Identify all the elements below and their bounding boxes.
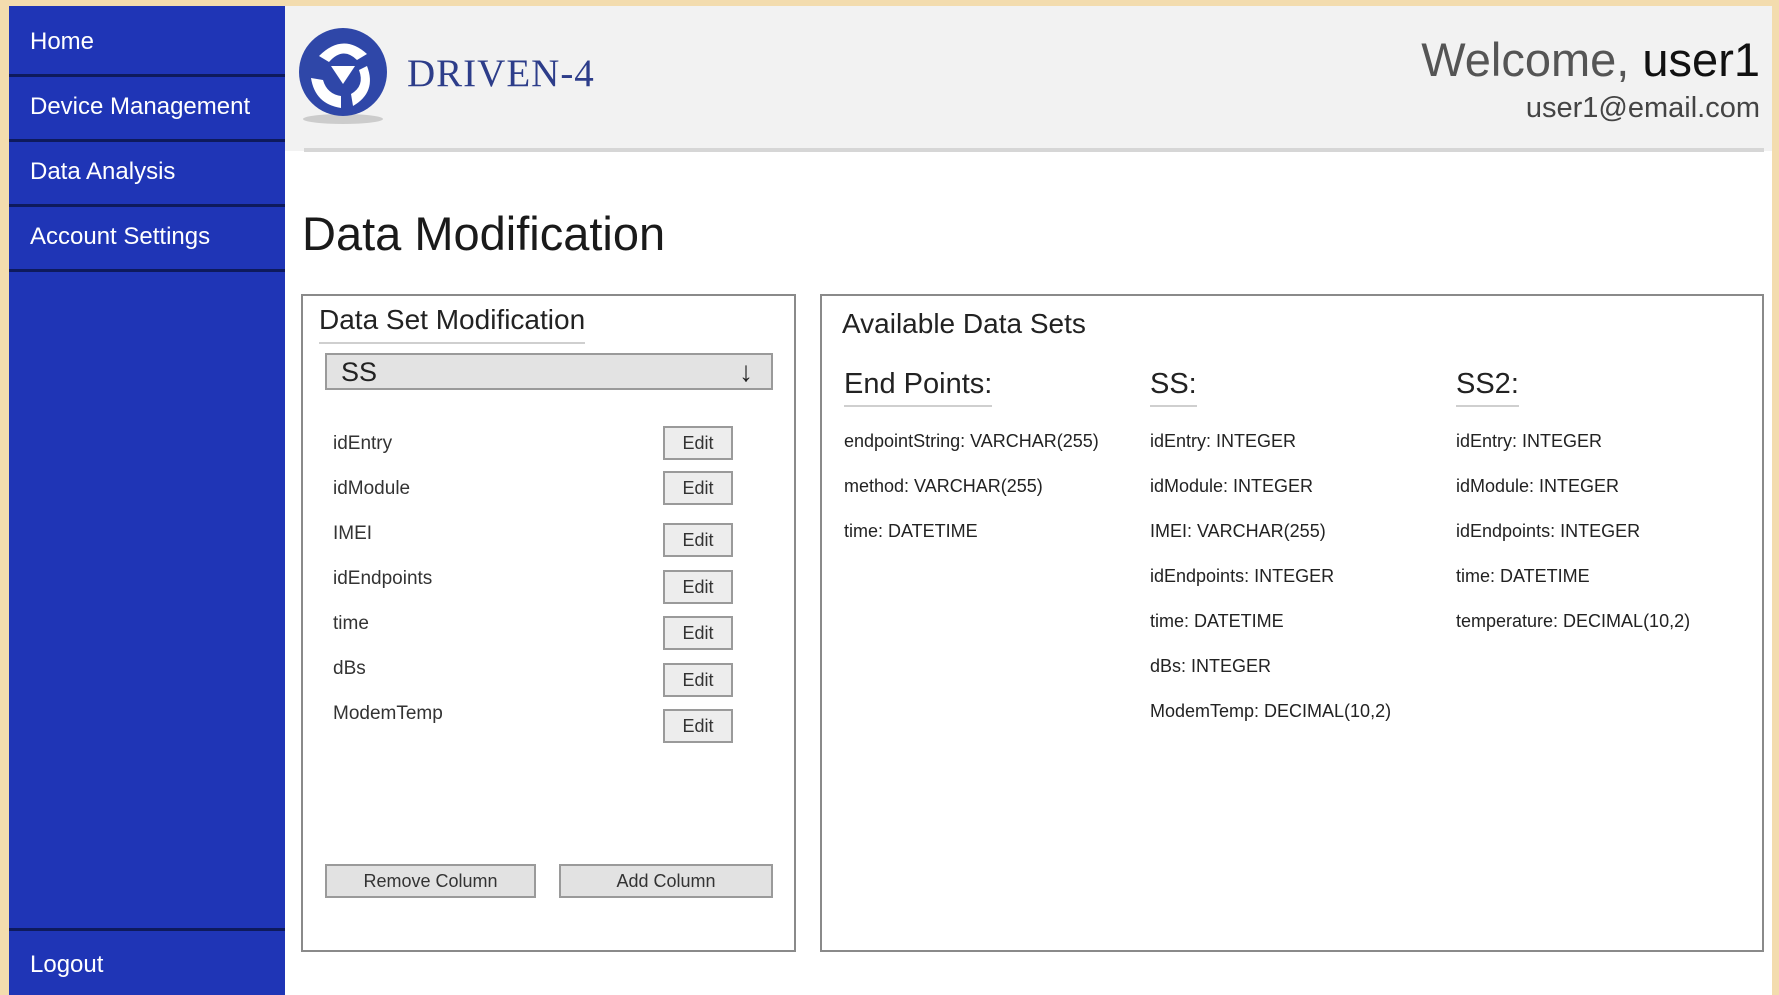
dataset-field: idEndpoints: INTEGER: [1456, 521, 1641, 541]
field-name: ModemTemp: [333, 703, 443, 724]
sidebar-item-data-analysis[interactable]: Data Analysis: [9, 136, 285, 207]
dataset-column-end-points: End Points: endpointString: VARCHAR(255)…: [844, 368, 1099, 541]
edit-button[interactable]: Edit: [663, 570, 733, 604]
field-name: idEndpoints: [333, 568, 433, 589]
sidebar-item-device-management[interactable]: Device Management: [9, 71, 285, 142]
edit-button[interactable]: Edit: [663, 426, 733, 460]
field-name: idEntry: [333, 433, 393, 454]
app-window: Home Device Management Data Analysis Acc…: [9, 6, 1772, 995]
logout-button[interactable]: Logout: [9, 928, 285, 995]
panel-title: Available Data Sets: [842, 308, 1086, 339]
arrow-down-icon: ↓: [739, 356, 753, 387]
field-row: idModule Edit: [333, 469, 733, 509]
welcome-prefix: Welcome,: [1421, 33, 1630, 86]
selected-dataset: SS: [341, 357, 378, 387]
user-email: user1@email.com: [1525, 92, 1760, 124]
dataset-field: idEntry: INTEGER: [1456, 431, 1603, 451]
edit-button[interactable]: Edit: [663, 471, 733, 505]
edit-button[interactable]: Edit: [663, 523, 733, 557]
data-set-modification-panel: Data Set Modification SS ↓ idEntry Edit …: [301, 294, 796, 952]
sidebar: Home Device Management Data Analysis Acc…: [9, 6, 285, 995]
dataset-field: idEntry: INTEGER: [1150, 431, 1297, 451]
field-row: idEntry Edit: [333, 424, 733, 464]
username: user1: [1642, 33, 1760, 86]
driven-logo-icon: [299, 28, 387, 124]
dataset-field: IMEI: VARCHAR(255): [1150, 521, 1326, 541]
sidebar-item-home[interactable]: Home: [9, 6, 285, 77]
field-row: IMEI Edit: [333, 514, 733, 557]
remove-column-button[interactable]: Remove Column: [325, 864, 536, 898]
page-title: Data Modification: [302, 207, 666, 260]
dataset-heading: SS2:: [1456, 368, 1519, 407]
brand-name: DRIVEN-4: [407, 52, 595, 95]
panel-title: Data Set Modification: [319, 304, 586, 344]
available-data-sets-panel: Available Data Sets End Points: endpoint…: [820, 294, 1764, 952]
edit-button[interactable]: Edit: [663, 663, 733, 697]
field-row: idEndpoints Edit: [333, 559, 733, 604]
field-name: idModule: [333, 478, 411, 499]
header-divider: [304, 148, 1764, 152]
field-row: ModemTemp Edit: [333, 694, 733, 743]
dataset-column-ss2: SS2: idEntry: INTEGER idModule: INTEGER …: [1456, 368, 1690, 631]
edit-button[interactable]: Edit: [663, 709, 733, 743]
dataset-field: idModule: INTEGER: [1150, 476, 1314, 496]
dataset-field: ModemTemp: DECIMAL(10,2): [1150, 701, 1392, 721]
add-column-button[interactable]: Add Column: [559, 864, 773, 898]
dataset-field: endpointString: VARCHAR(255): [844, 431, 1099, 451]
dataset-field: temperature: DECIMAL(10,2): [1456, 611, 1691, 631]
dataset-field: method: VARCHAR(255): [844, 476, 1043, 496]
dataset-field: idModule: INTEGER: [1456, 476, 1620, 496]
dataset-heading: End Points:: [844, 368, 993, 407]
sidebar-item-account-settings[interactable]: Account Settings: [9, 201, 285, 272]
welcome-message: Welcome, user1: [1421, 32, 1760, 87]
field-name: IMEI: [333, 523, 373, 544]
dataset-field: time: DATETIME: [844, 521, 978, 541]
field-row: time Edit: [333, 604, 733, 650]
dataset-field: dBs: INTEGER: [1150, 656, 1272, 676]
field-name: dBs: [333, 658, 366, 679]
dataset-heading: SS:: [1150, 368, 1197, 407]
dataset-column-ss: SS: idEntry: INTEGER idModule: INTEGER I…: [1150, 368, 1391, 721]
field-name: time: [333, 613, 369, 634]
dataset-select[interactable]: SS ↓: [325, 353, 773, 390]
edit-button[interactable]: Edit: [663, 616, 733, 650]
dataset-field: idEndpoints: INTEGER: [1150, 566, 1335, 586]
dataset-field: time: DATETIME: [1150, 611, 1284, 631]
field-row: dBs Edit: [333, 649, 733, 697]
header: DRIVEN-4 Welcome, user1 user1@email.com: [285, 6, 1772, 151]
dataset-field: time: DATETIME: [1456, 566, 1590, 586]
